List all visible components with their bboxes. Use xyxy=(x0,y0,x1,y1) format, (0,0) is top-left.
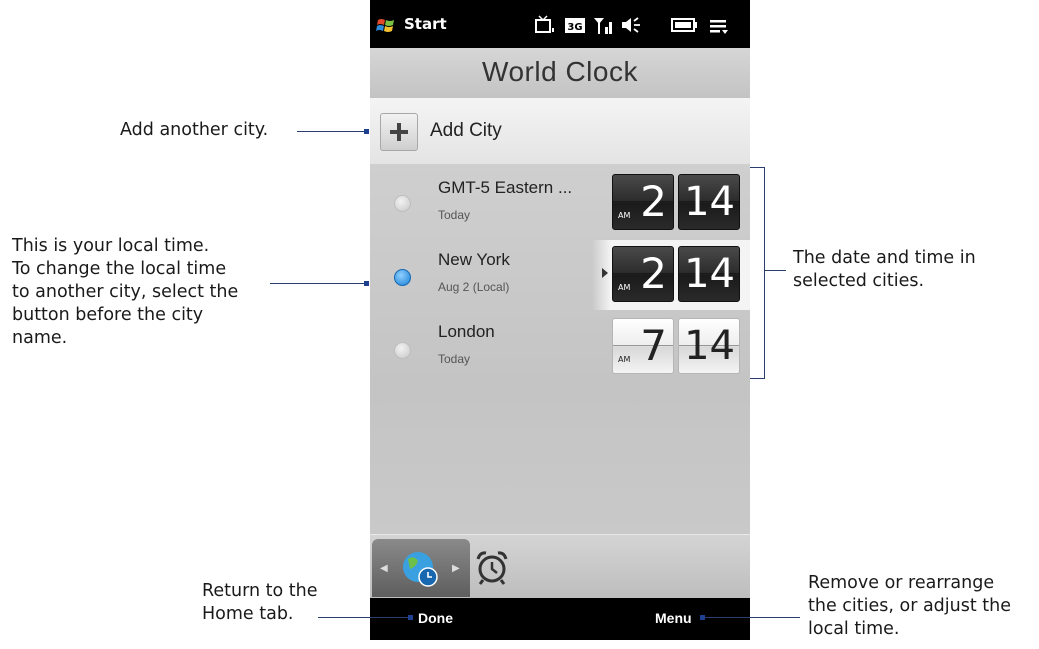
done-softkey[interactable]: Done xyxy=(418,610,453,626)
callout-date-time: The date and time in selected cities. xyxy=(793,248,976,291)
soft-key-bar: Done Menu xyxy=(370,598,750,640)
3g-icon: 3G xyxy=(565,18,585,33)
signal-icon xyxy=(594,18,612,34)
status-bar: Start 3G xyxy=(370,0,750,48)
city-radio-selected[interactable] xyxy=(394,269,411,286)
world-clock-tab-icon xyxy=(403,552,438,587)
ampm-label: AM xyxy=(618,283,631,292)
city-name: GMT-5 Eastern ... xyxy=(438,178,573,197)
menu-softkey[interactable]: Menu xyxy=(655,610,692,626)
hour-display: AM 7 xyxy=(612,318,674,374)
city-radio[interactable] xyxy=(394,342,411,359)
local-indicator-icon xyxy=(602,268,608,278)
tv-icon xyxy=(535,15,554,33)
city-name: New York xyxy=(438,250,510,269)
menu-icon[interactable] xyxy=(708,14,730,36)
add-city-label[interactable]: Add City xyxy=(430,120,502,142)
add-city-row[interactable]: Add City xyxy=(370,98,750,165)
city-row[interactable]: London Today AM 7 14 xyxy=(370,312,750,384)
hour-display: AM 2 xyxy=(612,174,674,230)
callout-dot xyxy=(364,129,369,134)
city-row[interactable]: New York Aug 2 (Local) AM 2 14 xyxy=(370,240,750,312)
battery-icon xyxy=(671,18,697,32)
minute-value: 14 xyxy=(684,251,735,297)
city-date: Today xyxy=(438,208,471,222)
volume-icon xyxy=(622,17,640,33)
hour-display: AM 2 xyxy=(612,246,674,302)
minute-display: 14 xyxy=(678,174,740,230)
alarm-tab-icon[interactable] xyxy=(474,549,510,587)
minute-display: 14 xyxy=(678,246,740,302)
ampm-label: AM xyxy=(618,355,631,364)
city-row[interactable]: GMT-5 Eastern ... Today AM 2 14 xyxy=(370,168,750,240)
hour-value: 2 xyxy=(640,249,667,298)
tab-bar: ◀ ▶ xyxy=(370,534,750,599)
callout-line xyxy=(318,617,410,618)
hour-value: 2 xyxy=(640,177,667,226)
svg-text:3G: 3G xyxy=(567,22,582,33)
city-date: Today xyxy=(438,352,471,366)
minute-value: 14 xyxy=(684,179,735,225)
city-list: GMT-5 Eastern ... Today AM 2 14 New York… xyxy=(370,164,750,534)
city-radio[interactable] xyxy=(394,195,411,212)
ampm-label: AM xyxy=(618,211,631,220)
callout-home-tab: Return to the Home tab. xyxy=(202,581,318,624)
app-title: World Clock xyxy=(482,56,638,87)
title-bar: World Clock xyxy=(370,48,750,98)
minute-value: 14 xyxy=(684,323,735,369)
callout-dot xyxy=(364,281,369,286)
callout-line xyxy=(704,617,800,618)
start-label[interactable]: Start xyxy=(404,15,447,33)
add-city-button[interactable] xyxy=(380,113,418,151)
bracket-line xyxy=(750,167,764,168)
chevron-left-icon: ◀ xyxy=(380,563,388,574)
bracket-line xyxy=(750,378,764,379)
city-date: Aug 2 (Local) xyxy=(438,280,510,294)
bracket-line xyxy=(764,167,765,379)
callout-menu: Remove or rearrange the cities, or adjus… xyxy=(808,573,1012,639)
callout-line xyxy=(270,283,365,284)
city-name: London xyxy=(438,322,495,341)
phone-screen: Start 3G World Clock Add City GMT-5 East… xyxy=(370,0,750,640)
callout-line xyxy=(764,270,786,271)
windows-logo-icon[interactable] xyxy=(376,18,396,34)
minute-display: 14 xyxy=(678,318,740,374)
tab-world-clock[interactable]: ◀ ▶ xyxy=(372,539,470,597)
hour-value: 7 xyxy=(640,321,667,370)
callout-dot xyxy=(408,615,413,620)
callout-line xyxy=(297,131,365,132)
callout-add-city: Add another city. xyxy=(120,120,269,140)
callout-local-time: This is your local time. To change the l… xyxy=(12,236,239,348)
chevron-right-icon: ▶ xyxy=(452,563,460,574)
